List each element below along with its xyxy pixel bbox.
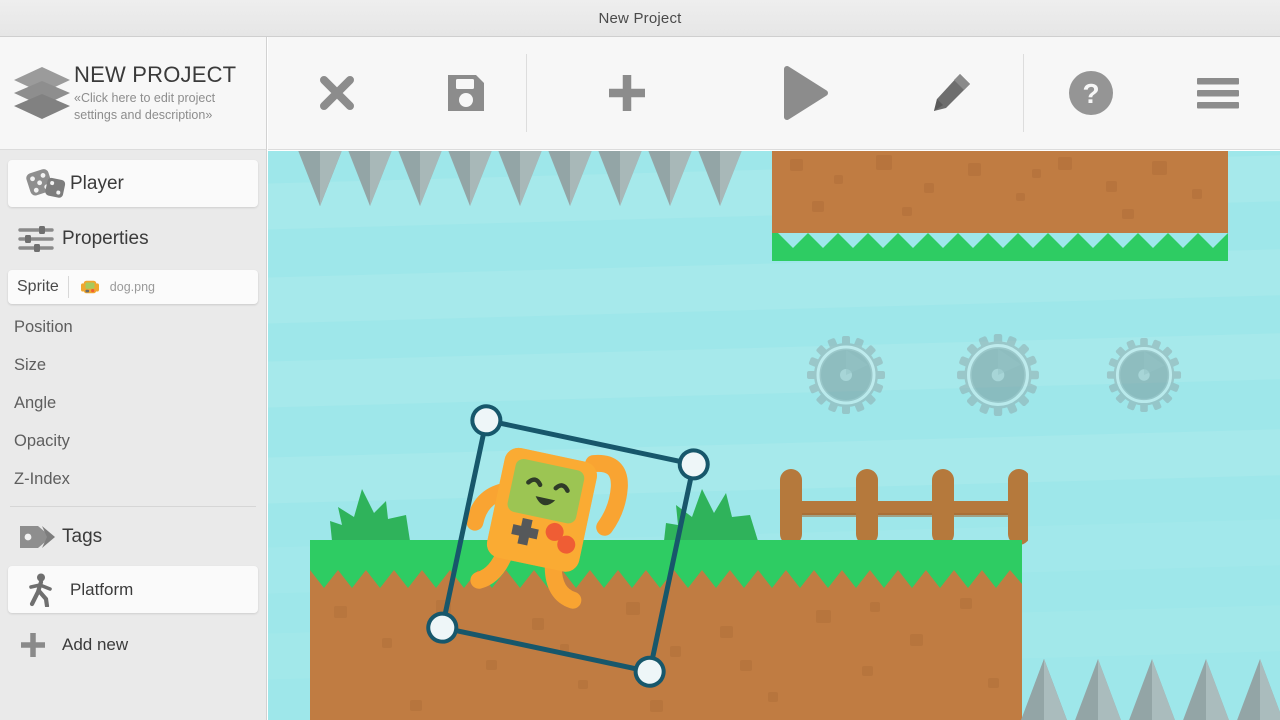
ceiling-spikes[interactable]	[298, 151, 758, 212]
sprite-thumbnail-icon	[79, 278, 101, 296]
property-row-opacity[interactable]: Opacity	[0, 422, 266, 460]
floor-spikes[interactable]	[1020, 651, 1280, 720]
property-row-angle[interactable]: Angle	[0, 384, 266, 422]
layers-icon	[12, 65, 72, 121]
sidebar-section-label: Tags	[62, 526, 102, 548]
bush-decoration[interactable]	[328, 481, 414, 543]
plus-icon	[10, 630, 62, 660]
property-row-position[interactable]: Position	[0, 308, 266, 346]
hamburger-menu-icon	[1194, 73, 1242, 113]
menu-button[interactable]	[1158, 37, 1278, 150]
sprite-field[interactable]: Sprite dog.png	[8, 270, 258, 304]
property-label: Z-Index	[14, 470, 70, 489]
project-subtitle: «Click here to edit project settings and…	[74, 90, 249, 124]
sidebar-section-label: Properties	[62, 228, 149, 250]
gear-decoration[interactable]	[956, 333, 1040, 417]
project-texts: NEW PROJECT «Click here to edit project …	[72, 62, 249, 124]
gear-decoration[interactable]	[806, 335, 886, 415]
dice-blocks-icon	[18, 167, 70, 201]
property-label: Position	[14, 318, 73, 337]
app-window: New Project	[0, 0, 1280, 720]
edit-button[interactable]	[879, 37, 1023, 150]
fence-decoration[interactable]	[768, 469, 1028, 545]
ceiling-platform[interactable]	[772, 151, 1228, 263]
save-button[interactable]	[406, 37, 526, 150]
game-canvas[interactable]	[268, 151, 1280, 720]
sidebar-item-label: Add new	[62, 635, 128, 655]
sidebar-divider	[10, 506, 256, 507]
main-toolbar: ?	[268, 37, 1280, 150]
field-divider	[68, 276, 69, 298]
sliders-icon	[10, 224, 62, 254]
sprite-file-name: dog.png	[110, 280, 155, 294]
project-header[interactable]: NEW PROJECT «Click here to edit project …	[0, 37, 266, 150]
window-title-bar: New Project	[0, 0, 1280, 37]
property-label: Size	[14, 356, 46, 375]
add-object-button[interactable]	[527, 37, 727, 150]
sidebar-item-label: Player	[70, 173, 124, 195]
plus-icon	[603, 69, 651, 117]
pencil-icon	[928, 70, 974, 116]
window-title: New Project	[598, 10, 681, 27]
property-label: Opacity	[14, 432, 70, 451]
sidebar-item-player[interactable]: Player	[8, 160, 258, 207]
sidebar-item-label: Platform	[70, 580, 133, 600]
property-row-z-index[interactable]: Z-Index	[0, 460, 266, 498]
sidebar-item-add-new-tag[interactable]: Add new	[0, 621, 266, 668]
play-icon	[773, 63, 833, 123]
sprite-field-label: Sprite	[8, 278, 68, 296]
gear-decoration[interactable]	[1106, 337, 1182, 413]
tags-icon	[10, 522, 62, 552]
walking-person-icon	[18, 573, 70, 607]
sidebar-section-properties[interactable]: Properties	[0, 215, 266, 262]
svg-text:?: ?	[1082, 78, 1099, 109]
question-circle-icon: ?	[1066, 68, 1116, 118]
sidebar-item-platform[interactable]: Platform	[8, 566, 258, 613]
close-button[interactable]	[268, 37, 406, 150]
property-label: Angle	[14, 394, 56, 413]
play-button[interactable]	[727, 37, 879, 150]
property-row-size[interactable]: Size	[0, 346, 266, 384]
page-title: NEW PROJECT	[74, 62, 249, 88]
close-icon	[316, 72, 358, 114]
left-sidebar: NEW PROJECT «Click here to edit project …	[0, 37, 267, 720]
selected-object-player[interactable]	[408, 386, 738, 716]
help-button[interactable]: ?	[1024, 37, 1158, 150]
sidebar-section-tags[interactable]: Tags	[0, 513, 266, 560]
save-floppy-icon	[444, 71, 488, 115]
